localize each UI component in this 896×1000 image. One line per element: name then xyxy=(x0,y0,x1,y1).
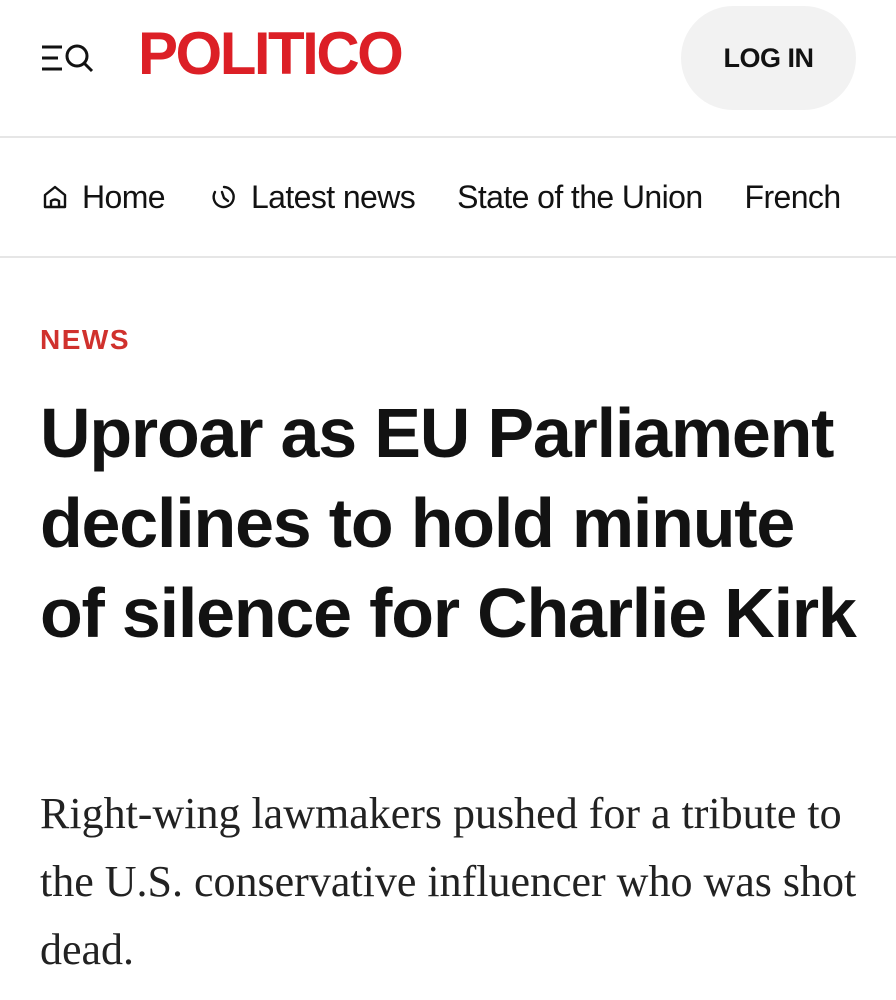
nav-scroll-fade xyxy=(856,138,896,256)
menu-search-button[interactable] xyxy=(40,40,94,76)
nav-item-state-of-the-union[interactable]: State of the Union xyxy=(457,178,703,216)
nav-item-label: Latest news xyxy=(250,178,416,215)
politico-logo[interactable]: POLITICO xyxy=(138,24,404,84)
nav-item-label: State of the Union xyxy=(457,178,703,215)
login-button[interactable]: LOG IN xyxy=(681,6,856,110)
clock-icon xyxy=(209,182,239,212)
article-headline: Uproar as EU Parliament declines to hold… xyxy=(40,394,857,652)
article-dek: Right-wing lawmakers pushed for a tribut… xyxy=(40,789,857,974)
nav-item-home[interactable]: Home xyxy=(40,178,166,216)
article-kicker[interactable]: NEWS xyxy=(40,324,130,356)
home-icon xyxy=(40,182,70,212)
section-nav: Home Latest news State of the Union Fren… xyxy=(0,138,896,258)
nav-item-label: Home xyxy=(82,178,166,215)
nav-item-label: French xyxy=(744,178,842,215)
site-header: POLITICO LOG IN xyxy=(0,0,896,138)
nav-item-french[interactable]: French xyxy=(744,178,842,216)
menu-search-icon xyxy=(42,44,94,73)
nav-item-latest-news[interactable]: Latest news xyxy=(209,178,416,216)
